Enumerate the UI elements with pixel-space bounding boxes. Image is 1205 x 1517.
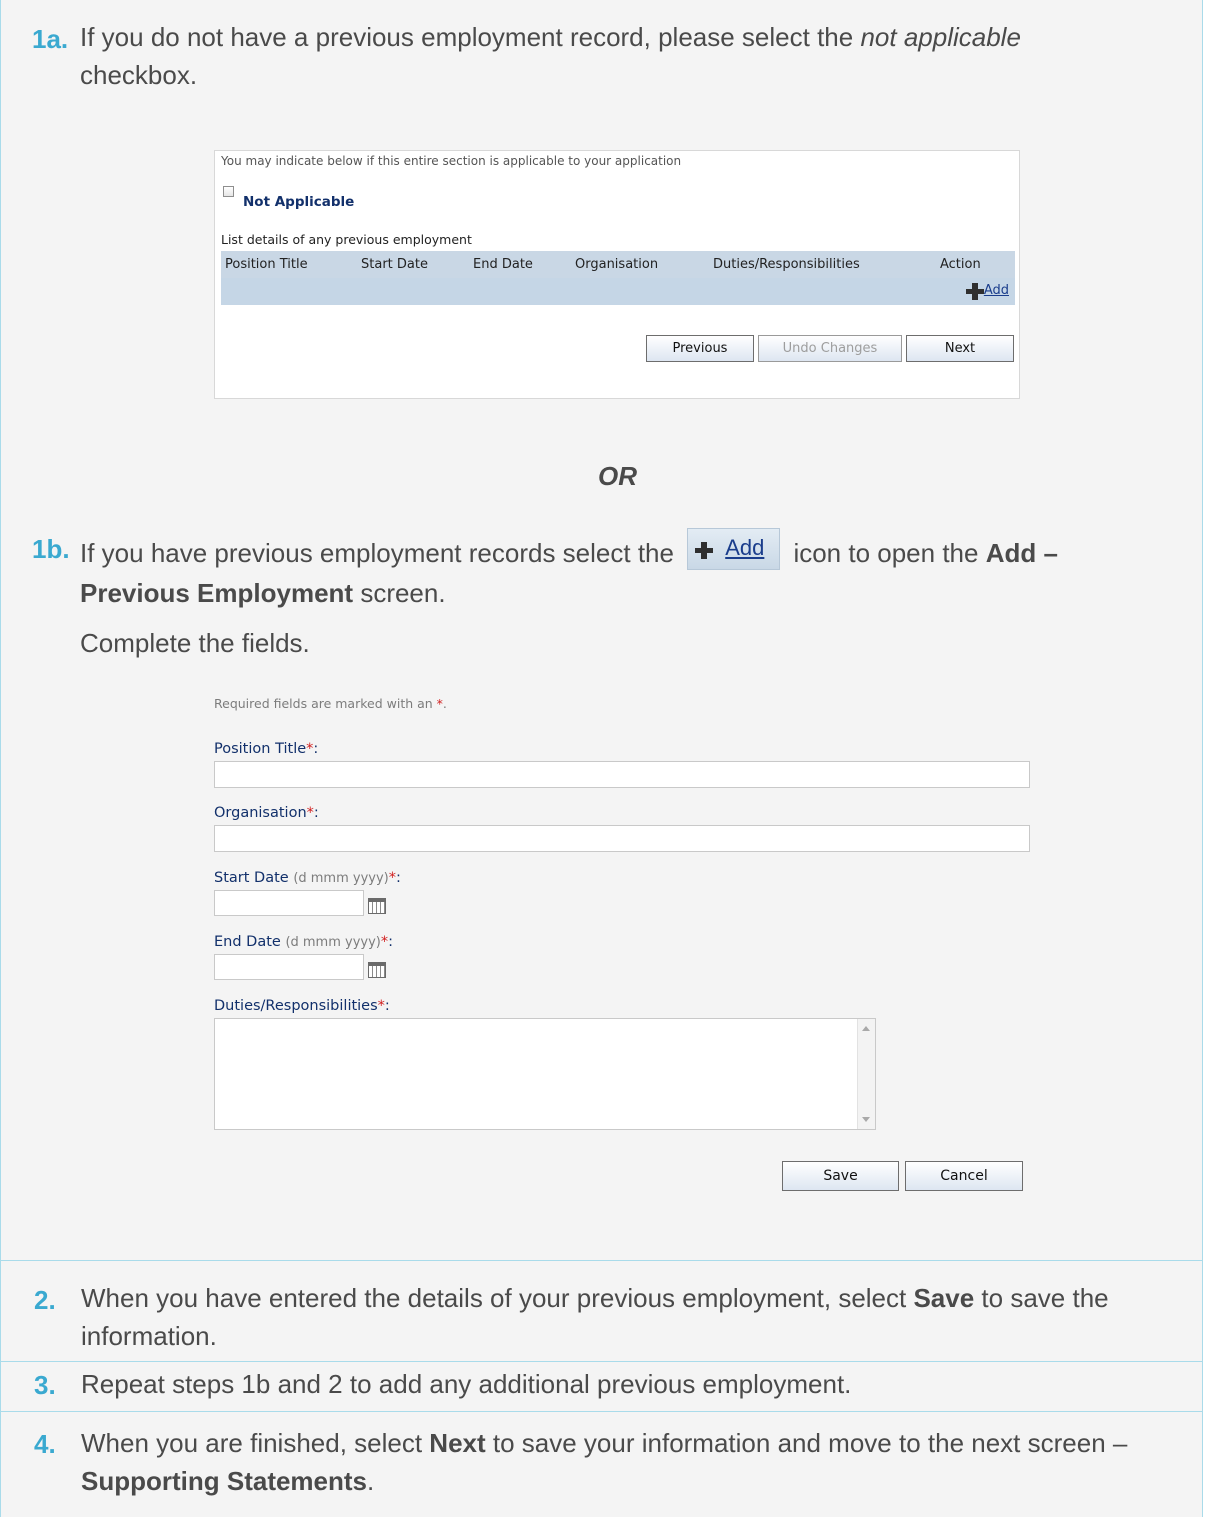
or-separator: OR xyxy=(598,461,637,491)
step-1b-text-end: screen. xyxy=(360,578,446,608)
step-4-bold2: Supporting Statements xyxy=(81,1466,368,1496)
step-1a-text-after: checkbox. xyxy=(80,60,198,90)
step-2-bold: Save xyxy=(913,1283,975,1313)
step-4-text-mid: to save your information and move to the… xyxy=(485,1428,1128,1458)
step-1b-text: If you have previous employment records … xyxy=(80,528,1180,613)
calendar-icon[interactable] xyxy=(368,960,386,978)
cancel-button[interactable]: Cancel xyxy=(905,1161,1023,1191)
colon: : xyxy=(396,870,401,886)
duties-label: Duties/Responsibilities*: xyxy=(214,998,390,1014)
col-start-date: Start Date xyxy=(361,257,428,272)
step-3-text: Repeat steps 1b and 2 to add any additio… xyxy=(81,1369,852,1399)
step-1b-text-before: If you have previous employment records … xyxy=(80,538,674,568)
step-3-row: 3. Repeat steps 1b and 2 to add any addi… xyxy=(0,1361,1203,1411)
scroll-down-icon[interactable] xyxy=(862,1117,870,1122)
start-date-input[interactable] xyxy=(214,890,364,916)
col-organisation: Organisation xyxy=(575,257,659,272)
position-title-text: Position Title xyxy=(214,741,307,757)
start-date-label: Start Date (d mmm yyyy)*: xyxy=(214,870,401,886)
table-row: Add xyxy=(221,278,1015,305)
textarea-scrollbar[interactable] xyxy=(857,1019,875,1129)
end-date-input[interactable] xyxy=(214,954,364,980)
step-2-text-before: When you have entered the details of you… xyxy=(81,1283,914,1313)
col-action: Action xyxy=(940,257,981,272)
required-note: Required fields are marked with an *. xyxy=(214,696,447,711)
not-applicable-checkbox[interactable] xyxy=(223,186,234,197)
required-star: * xyxy=(377,998,385,1014)
previous-employment-screen: You may indicate below if this entire se… xyxy=(214,150,1020,399)
add-row-button[interactable]: Add xyxy=(965,282,1009,300)
table-header: Position Title Start Date End Date Organ… xyxy=(221,251,1015,278)
position-title-input[interactable] xyxy=(214,761,1030,788)
date-hint: (d mmm yyyy) xyxy=(285,935,381,950)
step-4-number: 4. xyxy=(34,1429,56,1459)
start-date-text: Start Date xyxy=(214,870,289,886)
step-1b-bold2: Previous Employment xyxy=(80,578,354,608)
save-button[interactable]: Save xyxy=(782,1161,899,1191)
col-end-date: End Date xyxy=(473,257,533,272)
end-date-label: End Date (d mmm yyyy)*: xyxy=(214,934,393,950)
col-duties: Duties/Responsibilities xyxy=(713,257,860,272)
duties-textarea[interactable] xyxy=(214,1018,876,1130)
list-title: List details of any previous employment xyxy=(221,232,472,247)
step-4-bold1: Next xyxy=(429,1428,486,1458)
inline-add-label: Add xyxy=(725,535,765,560)
step-2-row: 2. When you have entered the details of … xyxy=(0,1260,1203,1361)
organisation-input[interactable] xyxy=(214,825,1030,852)
required-star: * xyxy=(306,805,314,821)
step-4-text-before: When you are finished, select xyxy=(81,1428,430,1458)
step-4-text: When you are finished, select Next to sa… xyxy=(81,1424,1201,1500)
date-hint: (d mmm yyyy) xyxy=(293,871,389,886)
colon: : xyxy=(384,998,390,1014)
scroll-up-icon[interactable] xyxy=(862,1026,870,1031)
step-2-text: When you have entered the details of you… xyxy=(81,1279,1181,1355)
step-1b-bold1: Add – xyxy=(985,538,1058,568)
step-1a-text-before: If you do not have a previous employment… xyxy=(80,22,861,52)
col-position-title: Position Title xyxy=(225,257,308,272)
add-link[interactable]: Add xyxy=(984,283,1009,298)
section-intro: You may indicate below if this entire se… xyxy=(221,154,682,168)
step-4-row: 4. When you are finished, select Next to… xyxy=(0,1411,1203,1517)
step-1a-text: If you do not have a previous employment… xyxy=(80,18,1160,94)
duties-text: Duties/Responsibilities xyxy=(214,998,378,1014)
step-1a-italic: not applicable xyxy=(860,22,1021,52)
undo-changes-button[interactable]: Undo Changes xyxy=(758,335,902,362)
colon: : xyxy=(313,805,319,821)
step-1a-number: 1a. xyxy=(32,24,69,54)
required-star: * xyxy=(388,870,396,886)
next-button[interactable]: Next xyxy=(906,335,1014,362)
calendar-icon[interactable] xyxy=(368,896,386,914)
not-applicable-label: Not Applicable xyxy=(243,194,355,210)
step-2-number: 2. xyxy=(34,1285,56,1315)
complete-fields-text: Complete the fields. xyxy=(80,628,310,658)
step-3-number: 3. xyxy=(34,1370,56,1400)
step-1b-text-after: icon to open the xyxy=(793,538,979,568)
step-1b-number: 1b. xyxy=(32,534,70,564)
plus-icon xyxy=(965,282,984,300)
plus-icon xyxy=(695,542,723,565)
colon: : xyxy=(313,741,319,757)
required-note-text: Required fields are marked with an xyxy=(214,696,437,711)
add-icon-inline: Add xyxy=(687,528,781,570)
organisation-text: Organisation xyxy=(214,805,307,821)
previous-button[interactable]: Previous xyxy=(646,335,754,362)
required-note-end: . xyxy=(442,696,447,711)
organisation-label: Organisation*: xyxy=(214,805,319,821)
step-4-text-end: . xyxy=(367,1466,375,1496)
position-title-label: Position Title*: xyxy=(214,741,318,757)
end-date-text: End Date xyxy=(214,934,281,950)
colon: : xyxy=(388,934,394,950)
